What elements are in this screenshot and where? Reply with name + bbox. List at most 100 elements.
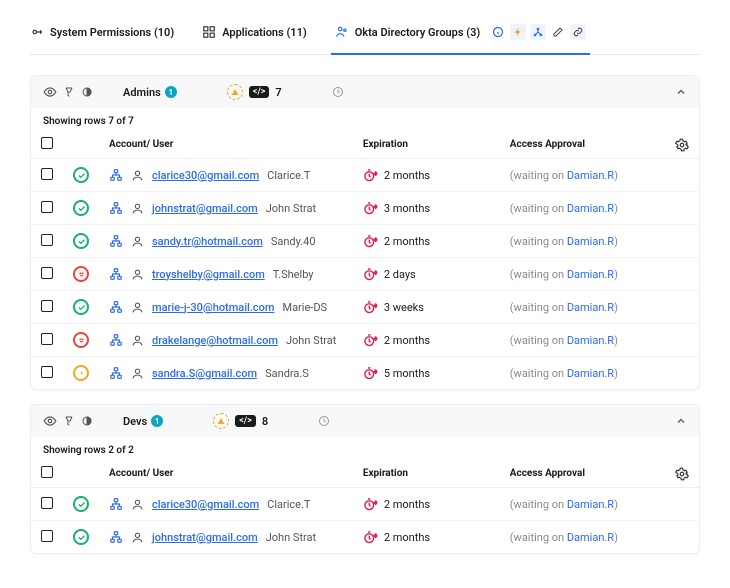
column-approval: Access Approval <box>500 131 665 159</box>
status-icon <box>73 529 89 545</box>
person-icon <box>131 498 144 511</box>
node-icon[interactable] <box>530 24 546 40</box>
expiration-icon <box>363 168 378 183</box>
approver-name[interactable]: Damian.R <box>567 334 614 347</box>
row-checkbox[interactable] <box>41 333 53 345</box>
account-email[interactable]: clarice30@gmail.com <box>152 498 259 511</box>
account-email[interactable]: sandra.S@gmail.com <box>152 367 257 380</box>
approval-prefix: (waiting on <box>510 268 567 281</box>
account-username: Sandy.40 <box>271 235 316 248</box>
approval-suffix: ) <box>614 301 618 314</box>
contrast-icon[interactable] <box>81 86 93 98</box>
approval-prefix: (waiting on <box>510 235 567 248</box>
group-count-badge: 1 <box>151 415 163 427</box>
settings-gear-icon[interactable] <box>675 467 689 481</box>
approver-name[interactable]: Damian.R <box>567 301 614 314</box>
person-icon <box>131 334 144 347</box>
account-username: Sandra.S <box>265 367 309 380</box>
info-icon[interactable] <box>490 24 506 40</box>
sitemap-icon <box>109 497 123 511</box>
expiration-value: 3 months <box>384 202 430 215</box>
filter-icon[interactable] <box>63 86 75 98</box>
expiration-icon <box>363 333 378 348</box>
status-icon <box>73 233 89 249</box>
approver-name[interactable]: Damian.R <box>567 202 614 215</box>
approval-suffix: ) <box>614 268 618 281</box>
tab-applications[interactable]: Applications (11) <box>202 21 307 47</box>
approval-suffix: ) <box>614 235 618 248</box>
groups-icon <box>335 25 349 39</box>
expiration-value: 2 days <box>384 268 416 281</box>
approver-name[interactable]: Damian.R <box>567 268 614 281</box>
account-email[interactable]: johnstrat@gmail.com <box>152 202 258 215</box>
row-checkbox[interactable] <box>41 201 53 213</box>
expiration-icon <box>363 366 378 381</box>
row-checkbox[interactable] <box>41 530 53 542</box>
tab-system-permissions[interactable]: System Permissions (10) <box>30 21 174 47</box>
clock-icon <box>318 415 330 427</box>
person-icon <box>131 169 144 182</box>
row-checkbox[interactable] <box>41 234 53 246</box>
approval-prefix: (waiting on <box>510 367 567 380</box>
tab-label: Applications (11) <box>222 26 307 39</box>
tab-okta-groups[interactable]: Okta Directory Groups (3) <box>335 20 587 48</box>
approval-prefix: (waiting on <box>510 301 567 314</box>
account-username: Clarice.T <box>267 498 310 511</box>
rows-caption: Showing rows 7 of 7 <box>31 108 699 131</box>
approver-name[interactable]: Damian.R <box>567 169 614 182</box>
contrast-icon[interactable] <box>81 415 93 427</box>
sitemap-icon <box>109 530 123 544</box>
approval-suffix: ) <box>614 334 618 347</box>
approval-prefix: (waiting on <box>510 531 567 544</box>
expiration-icon <box>363 267 378 282</box>
warning-icon[interactable] <box>227 84 243 100</box>
select-all-checkbox[interactable] <box>41 466 53 478</box>
link-icon[interactable] <box>570 24 586 40</box>
select-all-checkbox[interactable] <box>41 137 53 149</box>
account-username: John Strat <box>266 531 316 544</box>
person-icon <box>131 235 144 248</box>
row-checkbox[interactable] <box>41 300 53 312</box>
group-table: Account/ User Expiration Access Approval… <box>31 131 699 389</box>
account-email[interactable]: clarice30@gmail.com <box>152 169 259 182</box>
group-header: Admins 1 </> 7 <box>31 76 699 108</box>
account-email[interactable]: johnstrat@gmail.com <box>152 531 258 544</box>
status-icon <box>73 167 89 183</box>
settings-gear-icon[interactable] <box>675 138 689 152</box>
collapse-chevron-icon[interactable] <box>675 415 687 427</box>
account-email[interactable]: drakelange@hotmail.com <box>152 334 278 347</box>
code-count: 7 <box>275 86 281 99</box>
edit-icon[interactable] <box>550 24 566 40</box>
person-icon <box>131 301 144 314</box>
sitemap-icon <box>109 201 123 215</box>
table-row: johnstrat@gmail.com John Strat 2 months … <box>31 521 699 554</box>
account-username: T.Shelby <box>273 268 314 281</box>
status-icon <box>73 365 89 381</box>
row-checkbox[interactable] <box>41 497 53 509</box>
approver-name[interactable]: Damian.R <box>567 531 614 544</box>
clock-icon <box>332 86 344 98</box>
table-row: johnstrat@gmail.com John Strat 3 months … <box>31 192 699 225</box>
eye-icon[interactable] <box>43 414 57 428</box>
warning-icon[interactable] <box>213 413 229 429</box>
filter-icon[interactable] <box>63 415 75 427</box>
eye-icon[interactable] <box>43 85 57 99</box>
account-email[interactable]: sandy.tr@hotmail.com <box>152 235 263 248</box>
bolt-icon[interactable] <box>510 24 526 40</box>
tab-extra-icons <box>490 24 586 40</box>
top-tabs: System Permissions (10) Applications (11… <box>30 20 700 55</box>
approver-name[interactable]: Damian.R <box>567 498 614 511</box>
approver-name[interactable]: Damian.R <box>567 367 614 380</box>
approver-name[interactable]: Damian.R <box>567 235 614 248</box>
row-checkbox[interactable] <box>41 366 53 378</box>
approval-prefix: (waiting on <box>510 334 567 347</box>
column-account: Account/ User <box>99 460 353 488</box>
code-badge: </> <box>235 415 256 427</box>
account-email[interactable]: marie-j-30@hotmail.com <box>152 301 274 314</box>
row-checkbox[interactable] <box>41 267 53 279</box>
table-row: marie-j-30@hotmail.com Marie-DS 3 weeks … <box>31 291 699 324</box>
collapse-chevron-icon[interactable] <box>675 86 687 98</box>
sitemap-icon <box>109 300 123 314</box>
account-email[interactable]: troyshelby@gmail.com <box>152 268 265 281</box>
row-checkbox[interactable] <box>41 168 53 180</box>
